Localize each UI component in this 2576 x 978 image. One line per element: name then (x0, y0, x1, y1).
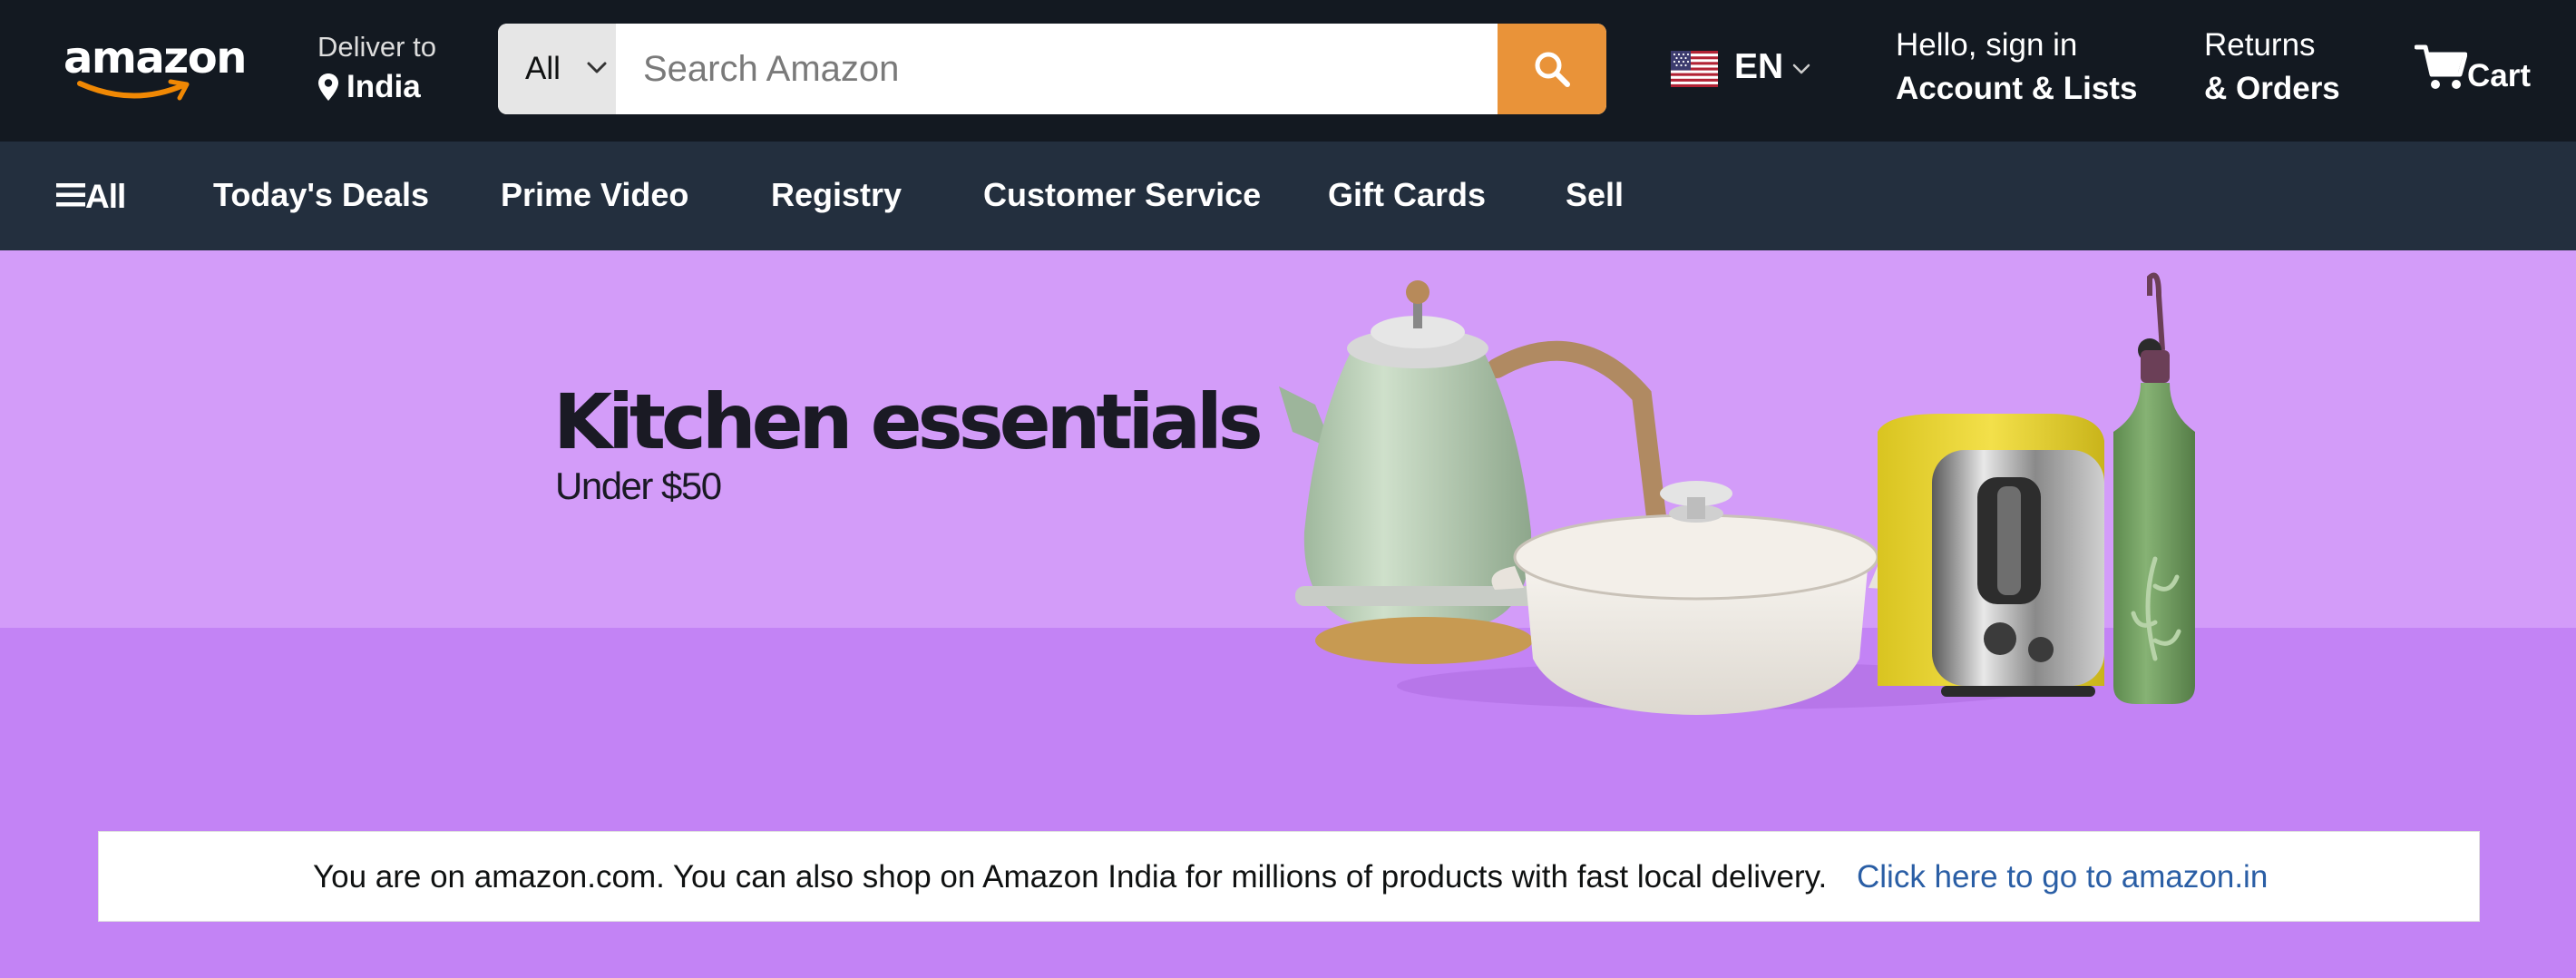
notice-text: You are on amazon.com. You can also shop… (313, 859, 1828, 895)
language-code: EN (1734, 47, 1784, 86)
nav-link-registry[interactable]: Registry (771, 176, 902, 214)
search-button[interactable] (1498, 24, 1606, 114)
search-icon (1535, 52, 1570, 87)
chevron-down-icon (1792, 64, 1810, 74)
cart-icon (2415, 44, 2467, 89)
kitchen-products-image (1279, 272, 2195, 715)
returns-label: Returns (2204, 27, 2316, 63)
orders-label: & Orders (2204, 71, 2340, 106)
search-category-label: All (525, 51, 561, 86)
returns-and-orders[interactable]: Returns & Orders (2204, 25, 2367, 116)
nav-link-prime-video[interactable]: Prime Video (501, 176, 688, 214)
chevron-down-icon (587, 62, 607, 73)
deliver-to-label: Deliver to (317, 31, 436, 63)
cart-label: Cart (2467, 58, 2532, 93)
nav-link-todays-deals[interactable]: Today's Deals (213, 176, 429, 214)
hero-subtitle: Under $50 (555, 465, 722, 507)
deliver-to-location[interactable]: Deliver to India (316, 29, 461, 111)
account-and-lists[interactable]: Hello, sign in Account & Lists (1896, 25, 2168, 116)
nav-link-gift-cards[interactable]: Gift Cards (1328, 176, 1486, 214)
amazon-logo[interactable]: amazon (63, 31, 247, 103)
casserole-pot-illustration (1491, 481, 1901, 715)
amazon-india-notice: You are on amazon.com. You can also shop… (98, 831, 2480, 922)
account-greeting: Hello, sign in (1896, 27, 2078, 63)
nav-link-customer-service[interactable]: Customer Service (983, 176, 1261, 214)
language-selector[interactable]: EN (1669, 42, 1823, 96)
category-nav-bar: All Today's Deals Prime Video Registry C… (0, 142, 2576, 250)
go-to-amazon-india-link[interactable]: Click here to go to amazon.in (1857, 859, 2268, 895)
hamburger-menu-icon (56, 183, 85, 207)
search-input[interactable] (616, 24, 1488, 114)
us-flag-icon (1671, 51, 1718, 87)
account-lists-label: Account & Lists (1896, 71, 2138, 106)
oil-bottle-illustration (2113, 272, 2195, 704)
logo-smile-icon (77, 79, 190, 101)
search-bar: All (498, 24, 1606, 114)
cart-button[interactable]: Cart (2413, 36, 2558, 105)
toaster-illustration (1878, 414, 2104, 697)
search-category-dropdown[interactable]: All (498, 24, 616, 114)
deliver-country: India (346, 69, 421, 104)
top-header: amazon Deliver to India All Search Amazo… (0, 0, 2576, 142)
location-pin-icon (318, 73, 338, 101)
all-menu-label: All (85, 178, 126, 215)
nav-link-sell[interactable]: Sell (1566, 176, 1624, 214)
hero-title: Kitchen essentials (553, 377, 1264, 466)
